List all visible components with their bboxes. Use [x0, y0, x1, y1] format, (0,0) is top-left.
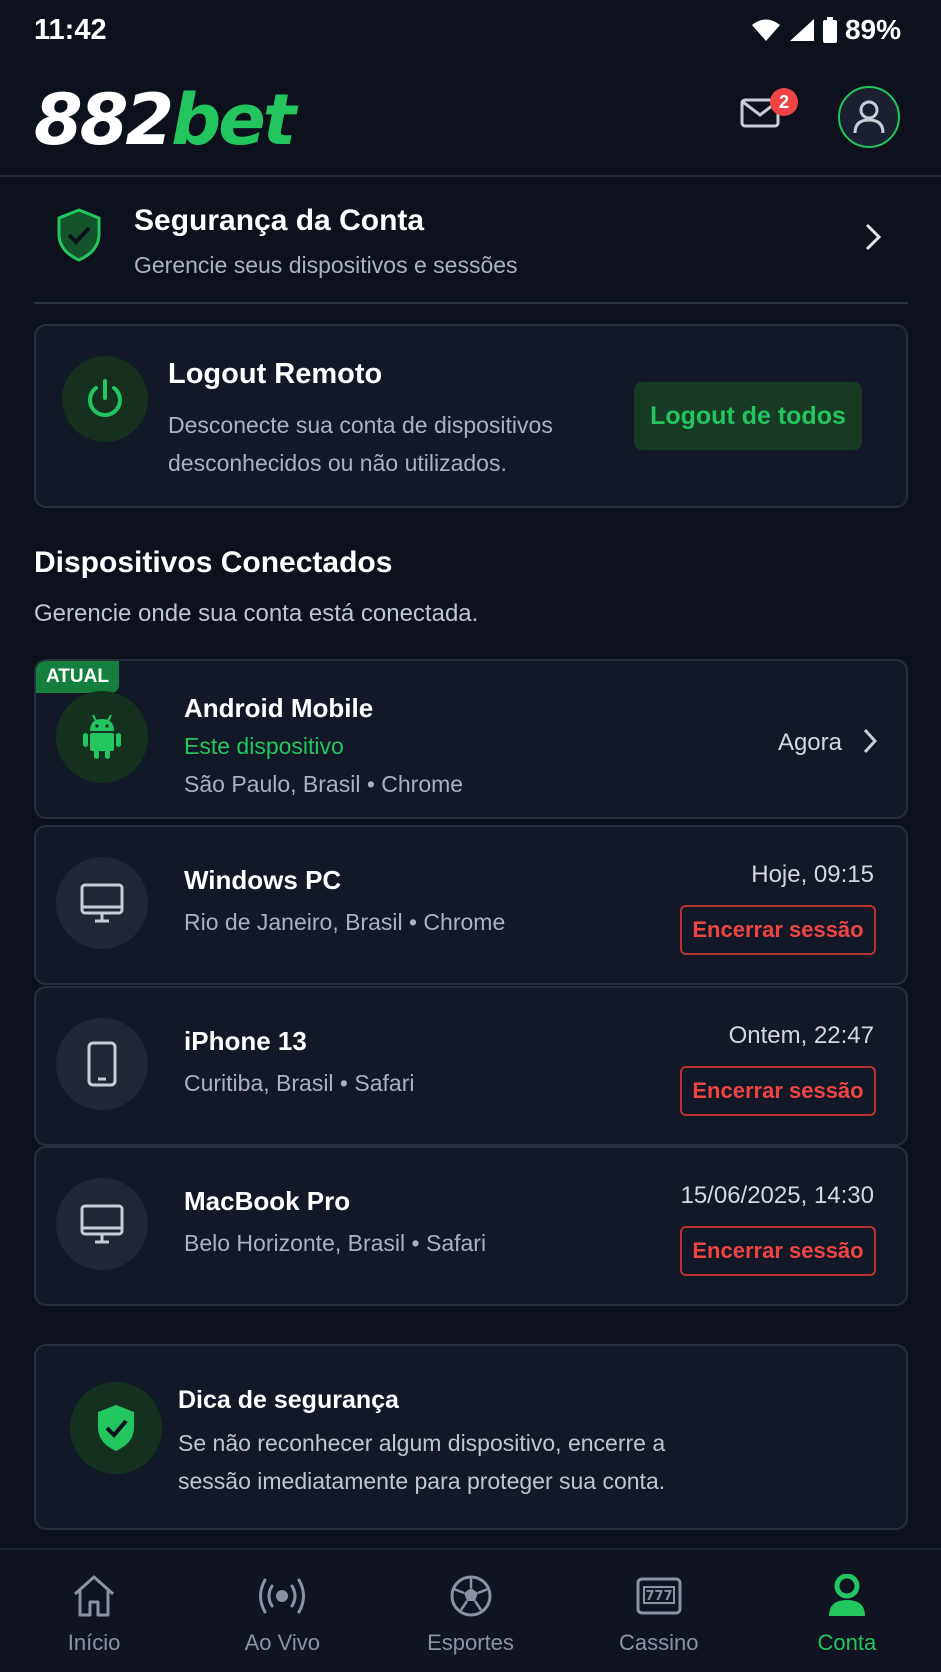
- end-session-button[interactable]: Encerrar sessão: [680, 1066, 876, 1116]
- device-location: Curitiba, Brasil • Safari: [184, 1070, 415, 1096]
- nav-item-conta[interactable]: Conta: [753, 1550, 941, 1672]
- battery-icon: [822, 17, 837, 43]
- nav-item-inicio[interactable]: Início: [0, 1550, 188, 1672]
- logo-brand: bet: [171, 79, 296, 161]
- chevron-right-icon: [864, 222, 882, 257]
- slot-machine-icon: 777: [635, 1572, 683, 1620]
- live-icon: [257, 1572, 307, 1620]
- logo-number: 882: [34, 79, 174, 161]
- logo[interactable]: 882bet: [34, 79, 296, 161]
- device-card-android[interactable]: ATUAL Android Mobile Este dispositivo Sã…: [34, 659, 908, 819]
- nav-label: Cassino: [618, 1630, 699, 1655]
- nav-label: Esportes: [427, 1630, 514, 1655]
- logout-title: Logout Remoto: [168, 358, 383, 390]
- desktop-icon: [56, 857, 148, 949]
- device-last-seen: Hoje, 09:15: [751, 861, 874, 888]
- shield-icon: [56, 208, 102, 267]
- device-name: MacBook Pro: [184, 1186, 351, 1216]
- section-divider: [34, 302, 908, 304]
- nav-item-ao-vivo[interactable]: Ao Vivo: [188, 1550, 376, 1672]
- security-subtitle: Gerencie seus dispositivos e sessões: [134, 252, 518, 278]
- device-name: Android Mobile: [184, 693, 374, 723]
- chevron-right-icon: [862, 727, 878, 760]
- nav-label: Ao Vivo: [244, 1630, 321, 1655]
- security-title: Segurança da Conta: [134, 204, 425, 237]
- wifi-icon: [751, 19, 780, 41]
- home-icon: [71, 1572, 117, 1620]
- end-session-button[interactable]: Encerrar sessão: [680, 905, 876, 955]
- android-icon: [56, 691, 148, 783]
- device-location: Belo Horizonte, Brasil • Safari: [184, 1230, 487, 1256]
- shield-check-icon: [70, 1382, 162, 1474]
- nav-label: Início: [67, 1630, 121, 1655]
- device-name: Windows PC: [184, 865, 342, 895]
- desktop-icon: [56, 1178, 148, 1270]
- device-card-macbook: MacBook Pro Belo Horizonte, Brasil • Saf…: [34, 1146, 908, 1306]
- current-device-badge: ATUAL: [36, 661, 119, 693]
- devices-title: Dispositivos Conectados: [34, 546, 393, 579]
- mail-badge: 2: [770, 88, 798, 116]
- device-status: Este dispositivo: [184, 733, 344, 759]
- device-card-windows: Windows PC Rio de Janeiro, Brasil • Chro…: [34, 825, 908, 985]
- device-last-seen: Ontem, 22:47: [728, 1022, 874, 1049]
- status-time: 11:42: [34, 14, 107, 46]
- nav-label: Conta: [817, 1630, 877, 1655]
- device-location: Rio de Janeiro, Brasil • Chrome: [184, 909, 506, 935]
- account-security-row[interactable]: Segurança da Conta Gerencie seus disposi…: [34, 190, 908, 302]
- device-name: iPhone 13: [184, 1026, 307, 1056]
- soccer-ball-icon: [449, 1572, 493, 1620]
- power-icon: [62, 356, 148, 442]
- device-location: São Paulo, Brasil • Chrome: [184, 771, 464, 797]
- remote-logout-card: Logout Remoto Desconecte sua conta de di…: [34, 324, 908, 508]
- signal-icon: [789, 19, 814, 41]
- end-session-button[interactable]: Encerrar sessão: [680, 1226, 876, 1276]
- user-icon: [853, 100, 885, 134]
- svg-text:777: 777: [645, 1589, 672, 1604]
- nav-item-cassino[interactable]: 777 Cassino: [565, 1550, 753, 1672]
- tip-text: Se não reconhecer algum dispositivo, enc…: [178, 1430, 666, 1494]
- bottom-navigation: Início Ao Vivo Esportes 777 Cassino Cont…: [0, 1548, 941, 1672]
- header-divider: [0, 175, 941, 177]
- tip-title: Dica de segurança: [178, 1386, 399, 1414]
- device-last-seen: 15/06/2025, 14:30: [680, 1182, 874, 1209]
- device-last-seen: Agora: [777, 729, 842, 756]
- security-tip-card: Dica de segurança Se não reconhecer algu…: [34, 1344, 908, 1530]
- battery-percent: 89%: [844, 14, 901, 45]
- logout-all-button[interactable]: Logout de todos: [634, 382, 862, 450]
- device-card-iphone: iPhone 13 Curitiba, Brasil • Safari Onte…: [34, 986, 908, 1146]
- user-icon: [827, 1572, 867, 1620]
- smartphone-icon: [56, 1018, 148, 1110]
- devices-subtitle: Gerencie onde sua conta está conectada.: [34, 600, 479, 627]
- profile-button[interactable]: [838, 86, 900, 148]
- nav-item-esportes[interactable]: Esportes: [376, 1550, 564, 1672]
- status-icons: 89%: [751, 14, 901, 46]
- logout-description: Desconecte sua conta de dispositivos des…: [168, 412, 553, 476]
